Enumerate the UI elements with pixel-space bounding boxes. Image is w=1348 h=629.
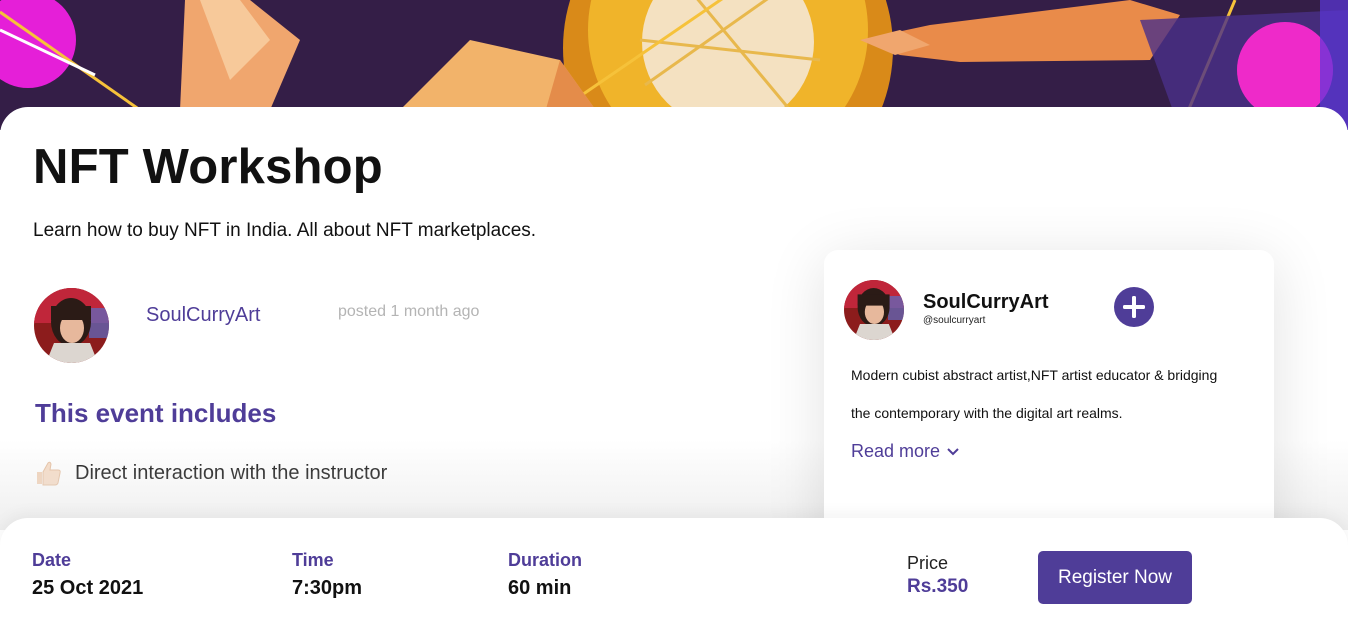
include-item-text: Direct interaction with the instructor — [75, 461, 388, 484]
date-value: 25 Oct 2021 — [32, 577, 144, 599]
duration-value: 60 min — [508, 577, 572, 599]
artist-handle: @soulcurryart — [923, 315, 986, 326]
time-label: Time — [292, 550, 334, 570]
follow-button[interactable] — [1114, 287, 1154, 327]
posted-timestamp: posted 1 month ago — [338, 303, 480, 320]
price-value: Rs.350 — [907, 576, 969, 597]
artist-bio-line: Modern cubist abstract artist,NFT artist… — [851, 367, 1218, 383]
author-avatar[interactable] — [34, 288, 109, 363]
avatar-portrait-icon — [844, 280, 904, 340]
artist-name: SoulCurryArt — [923, 291, 1049, 313]
event-title: NFT Workshop — [33, 140, 383, 194]
artist-bio-line: the contemporary with the digital art re… — [851, 405, 1123, 421]
read-more-label: Read more — [851, 441, 941, 461]
time-value: 7:30pm — [292, 577, 363, 599]
include-item: Direct interaction with the instructor — [33, 458, 387, 488]
event-description: Learn how to buy NFT in India. All about… — [33, 220, 537, 241]
artist-avatar[interactable] — [844, 280, 904, 340]
read-more-link[interactable]: Read more — [851, 441, 960, 462]
includes-heading: This event includes — [35, 398, 277, 428]
plus-icon — [1123, 296, 1145, 318]
register-now-button[interactable]: Register Now — [1038, 551, 1192, 604]
date-label: Date — [32, 550, 72, 570]
artist-bio: Modern cubist abstract artist,NFT artist… — [851, 356, 1251, 432]
chevron-down-icon — [947, 447, 959, 455]
price-label: Price — [907, 553, 949, 573]
event-page: NFT Workshop Learn how to buy NFT in Ind… — [0, 0, 1348, 629]
duration-label: Duration — [508, 550, 582, 570]
artist-profile-card: SoulCurryArt @soulcurryart Modern cubist… — [824, 250, 1274, 550]
thumbs-up-icon — [33, 458, 63, 488]
avatar-portrait-icon — [34, 288, 109, 363]
author-name-link[interactable]: SoulCurryArt — [146, 304, 260, 327]
